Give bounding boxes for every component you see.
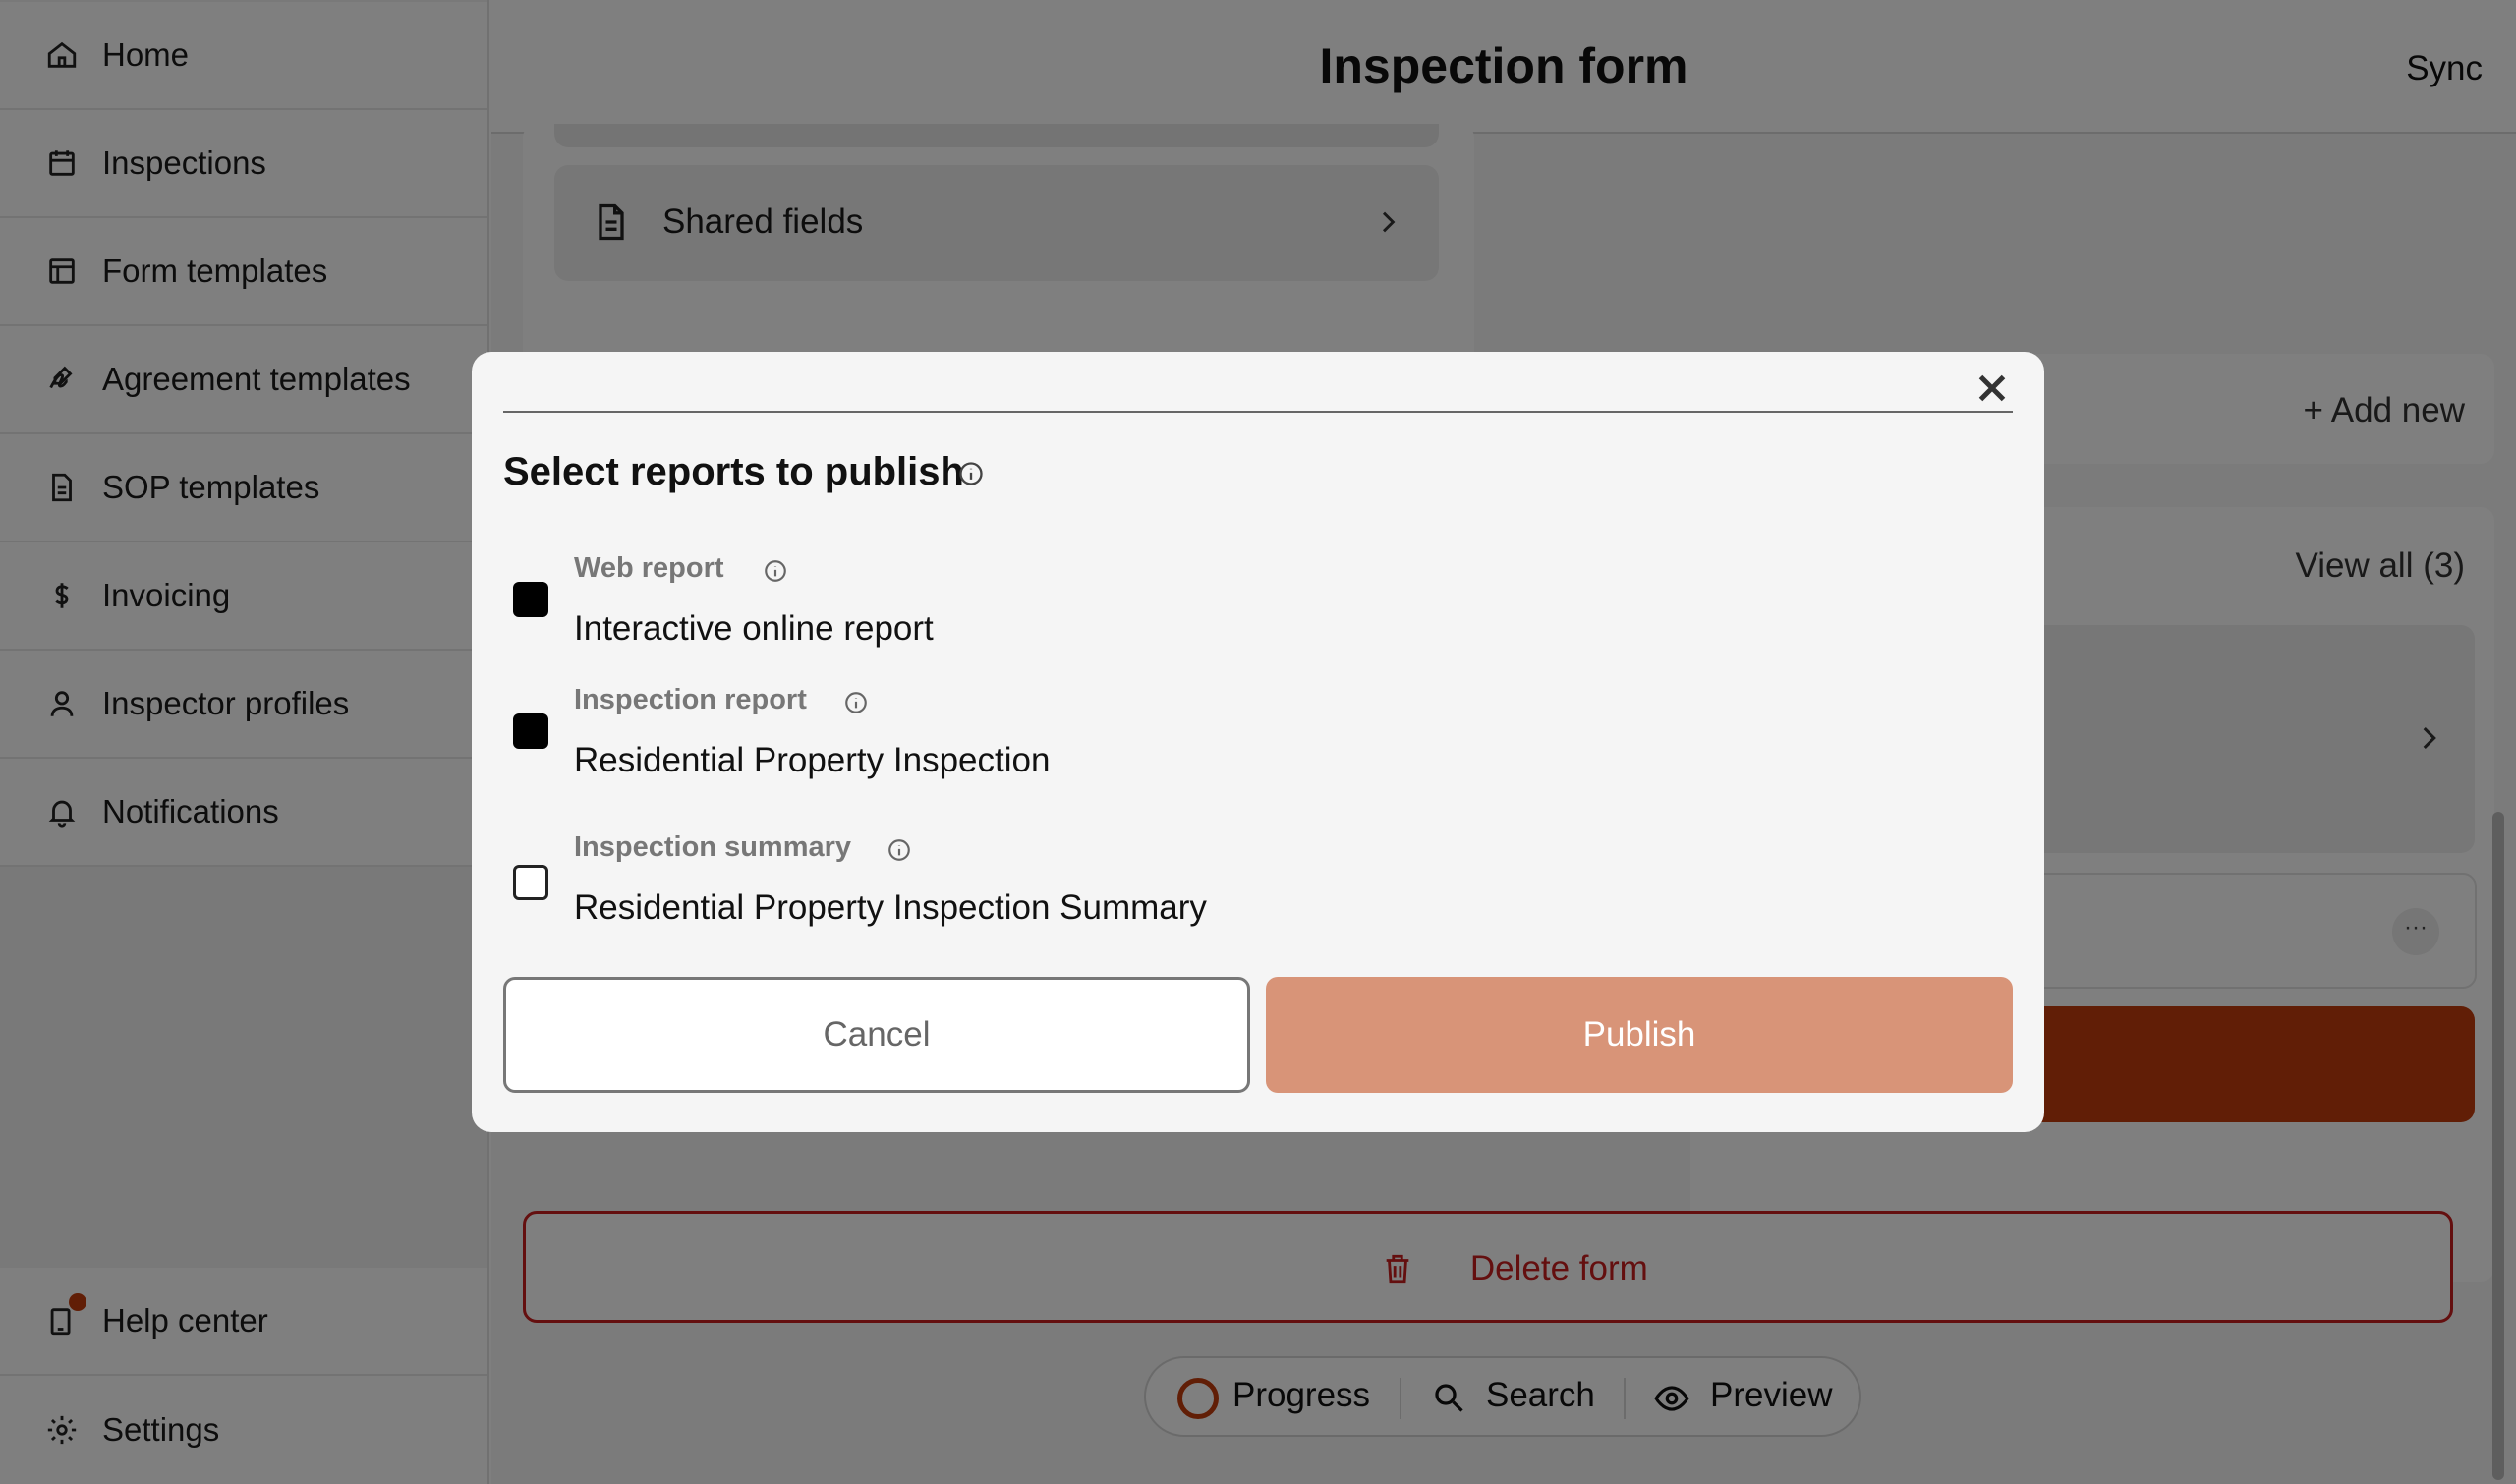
report-option-name: Web report [574, 552, 724, 584]
checkbox-unchecked[interactable] [513, 865, 548, 900]
info-icon[interactable] [843, 690, 869, 715]
publish-button[interactable]: Publish [1266, 977, 2013, 1093]
divider [503, 411, 2013, 413]
report-option-web[interactable]: Web report Interactive online report [503, 552, 2013, 680]
report-option-name: Inspection report [574, 684, 807, 715]
checkbox-checked[interactable] [513, 582, 548, 617]
close-icon[interactable] [1970, 366, 2015, 411]
cancel-button[interactable]: Cancel [503, 977, 1250, 1093]
report-option-desc: Residential Property Inspection Summary [574, 888, 1207, 927]
report-option-summary[interactable]: Inspection summary Residential Property … [503, 831, 2013, 959]
report-option-inspection[interactable]: Inspection report Residential Property I… [503, 684, 2013, 812]
checkbox-checked[interactable] [513, 713, 548, 749]
publish-dialog: Select reports to publish Web report Int… [472, 352, 2044, 1132]
report-option-desc: Interactive online report [574, 609, 934, 648]
report-option-name: Inspection summary [574, 831, 852, 863]
info-icon[interactable] [763, 558, 788, 584]
dialog-title: Select reports to publish [503, 450, 964, 493]
info-icon[interactable] [886, 837, 912, 863]
report-option-desc: Residential Property Inspection [574, 741, 1051, 779]
info-icon[interactable] [957, 460, 985, 487]
